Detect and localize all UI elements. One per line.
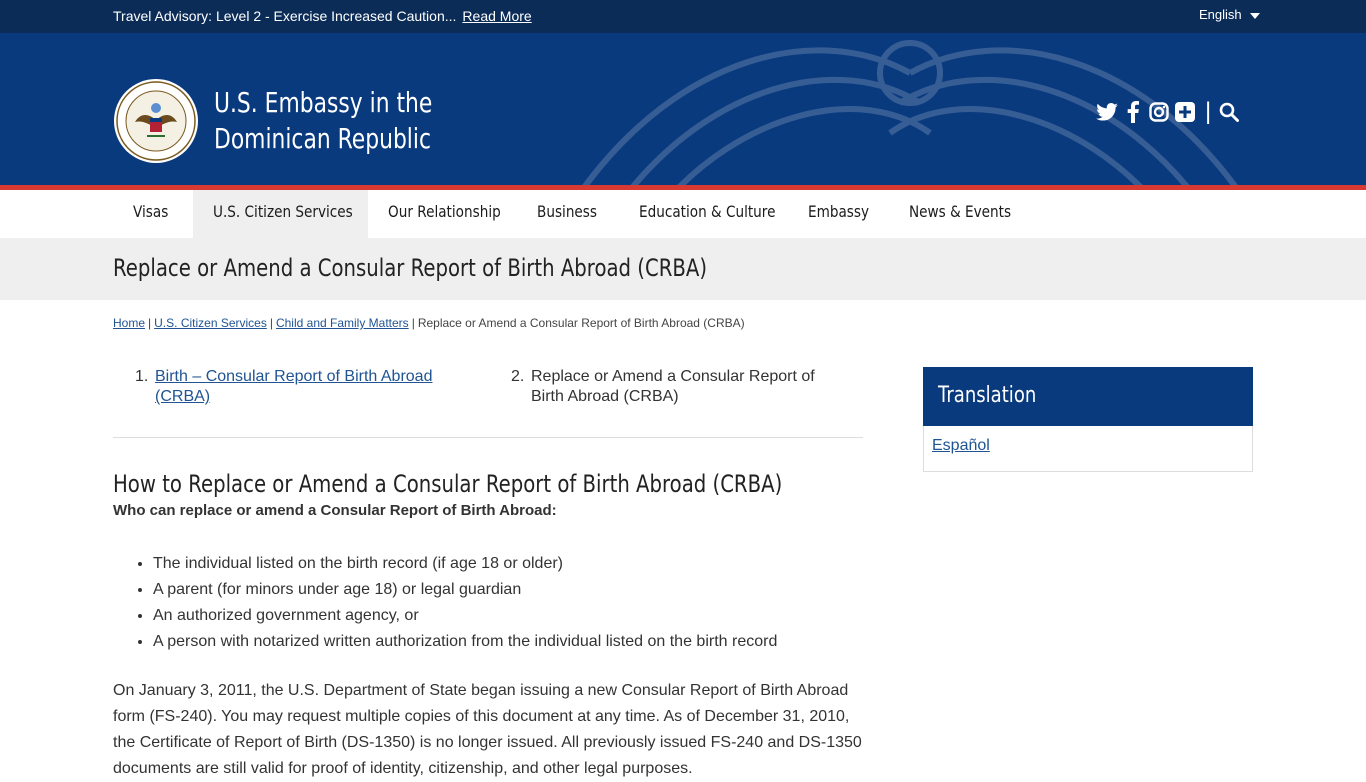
nav-item-embassy[interactable]: Embassy	[808, 190, 888, 238]
twitter-icon[interactable]	[1095, 100, 1119, 124]
travel-advisory-text: Travel Advisory: Level 2 - Exercise Incr…	[113, 8, 457, 24]
current-page-label: Replace or Amend a Consular Report of Bi…	[531, 368, 815, 405]
list-item: A person with notarized written authoriz…	[153, 629, 863, 655]
social-divider: |	[1205, 98, 1212, 125]
instagram-icon[interactable]	[1147, 100, 1171, 124]
nav-item-visas[interactable]: Visas	[113, 190, 188, 238]
who-can-label: Who can replace or amend a Consular Repo…	[113, 502, 557, 519]
content-heading: How to Replace or Amend a Consular Repor…	[113, 470, 783, 498]
department-of-state-seal	[114, 79, 198, 163]
info-paragraph: On January 3, 2011, the U.S. Department …	[113, 682, 862, 777]
site-title[interactable]: U.S. Embassy in the Dominican Republic	[214, 85, 432, 157]
site-header: U.S. Embassy in the Dominican Republic |	[0, 33, 1366, 185]
site-title-line1: U.S. Embassy in the	[214, 86, 433, 119]
travel-advisory: Travel Advisory: Level 2 - Exercise Incr…	[113, 8, 532, 24]
breadcrumb: Home | U.S. Citizen Services | Child and Fam…	[113, 316, 745, 330]
page-series-list: 1. Birth – Consular Report of Birth Abro…	[113, 367, 863, 438]
espanol-link[interactable]: Español	[932, 437, 990, 455]
nav-item-education-culture[interactable]: Education & Culture	[639, 190, 789, 238]
page-heading-band: Replace or Amend a Consular Report of Bi…	[0, 238, 1366, 300]
main-navigation: Visas U.S. Citizen Services Our Relation…	[0, 190, 1366, 238]
translation-widget-header: Translation	[923, 367, 1253, 426]
birth-crba-link[interactable]: Birth – Consular Report of Birth Abroad …	[155, 368, 432, 405]
breadcrumb-child-family-matters[interactable]: Child and Family Matters	[276, 316, 409, 330]
list-item: An authorized government agency, or	[153, 603, 863, 629]
breadcrumb-current: Replace or Amend a Consular Report of Bi…	[417, 316, 745, 330]
top-bar: Travel Advisory: Level 2 - Exercise Incr…	[0, 0, 1366, 33]
search-icon[interactable]	[1217, 100, 1241, 124]
breadcrumb-home[interactable]: Home	[113, 316, 145, 330]
facebook-icon[interactable]	[1121, 100, 1145, 124]
translation-widget: Translation Español	[923, 367, 1253, 472]
read-more-link[interactable]: Read More	[462, 8, 531, 24]
chevron-down-icon[interactable]	[1250, 13, 1260, 19]
list-item: A parent (for minors under age 18) or le…	[153, 577, 863, 603]
list-item-number: 1.	[135, 368, 149, 385]
social-links: |	[1095, 100, 1243, 124]
breadcrumb-us-citizen-services[interactable]: U.S. Citizen Services	[154, 316, 267, 330]
nav-item-us-citizen-services[interactable]: U.S. Citizen Services	[193, 190, 368, 238]
page-title: Replace or Amend a Consular Report of Bi…	[113, 254, 708, 282]
site-title-line2: Dominican Republic	[214, 122, 431, 155]
list-item: The individual listed on the birth recor…	[153, 551, 863, 577]
translation-title: Translation	[938, 383, 1037, 408]
list-item-number: 2.	[511, 368, 525, 385]
language-selector[interactable]: English	[1199, 7, 1242, 22]
nav-item-business[interactable]: Business	[537, 190, 617, 238]
flickr-plus-icon[interactable]	[1173, 100, 1197, 124]
main-content: How to Replace or Amend a Consular Repor…	[113, 468, 863, 782]
nav-item-our-relationship[interactable]: Our Relationship	[388, 190, 518, 238]
translation-widget-body: Español	[923, 426, 1253, 472]
nav-item-news-events[interactable]: News & Events	[909, 190, 1029, 238]
eligibility-list: The individual listed on the birth recor…	[113, 551, 863, 655]
